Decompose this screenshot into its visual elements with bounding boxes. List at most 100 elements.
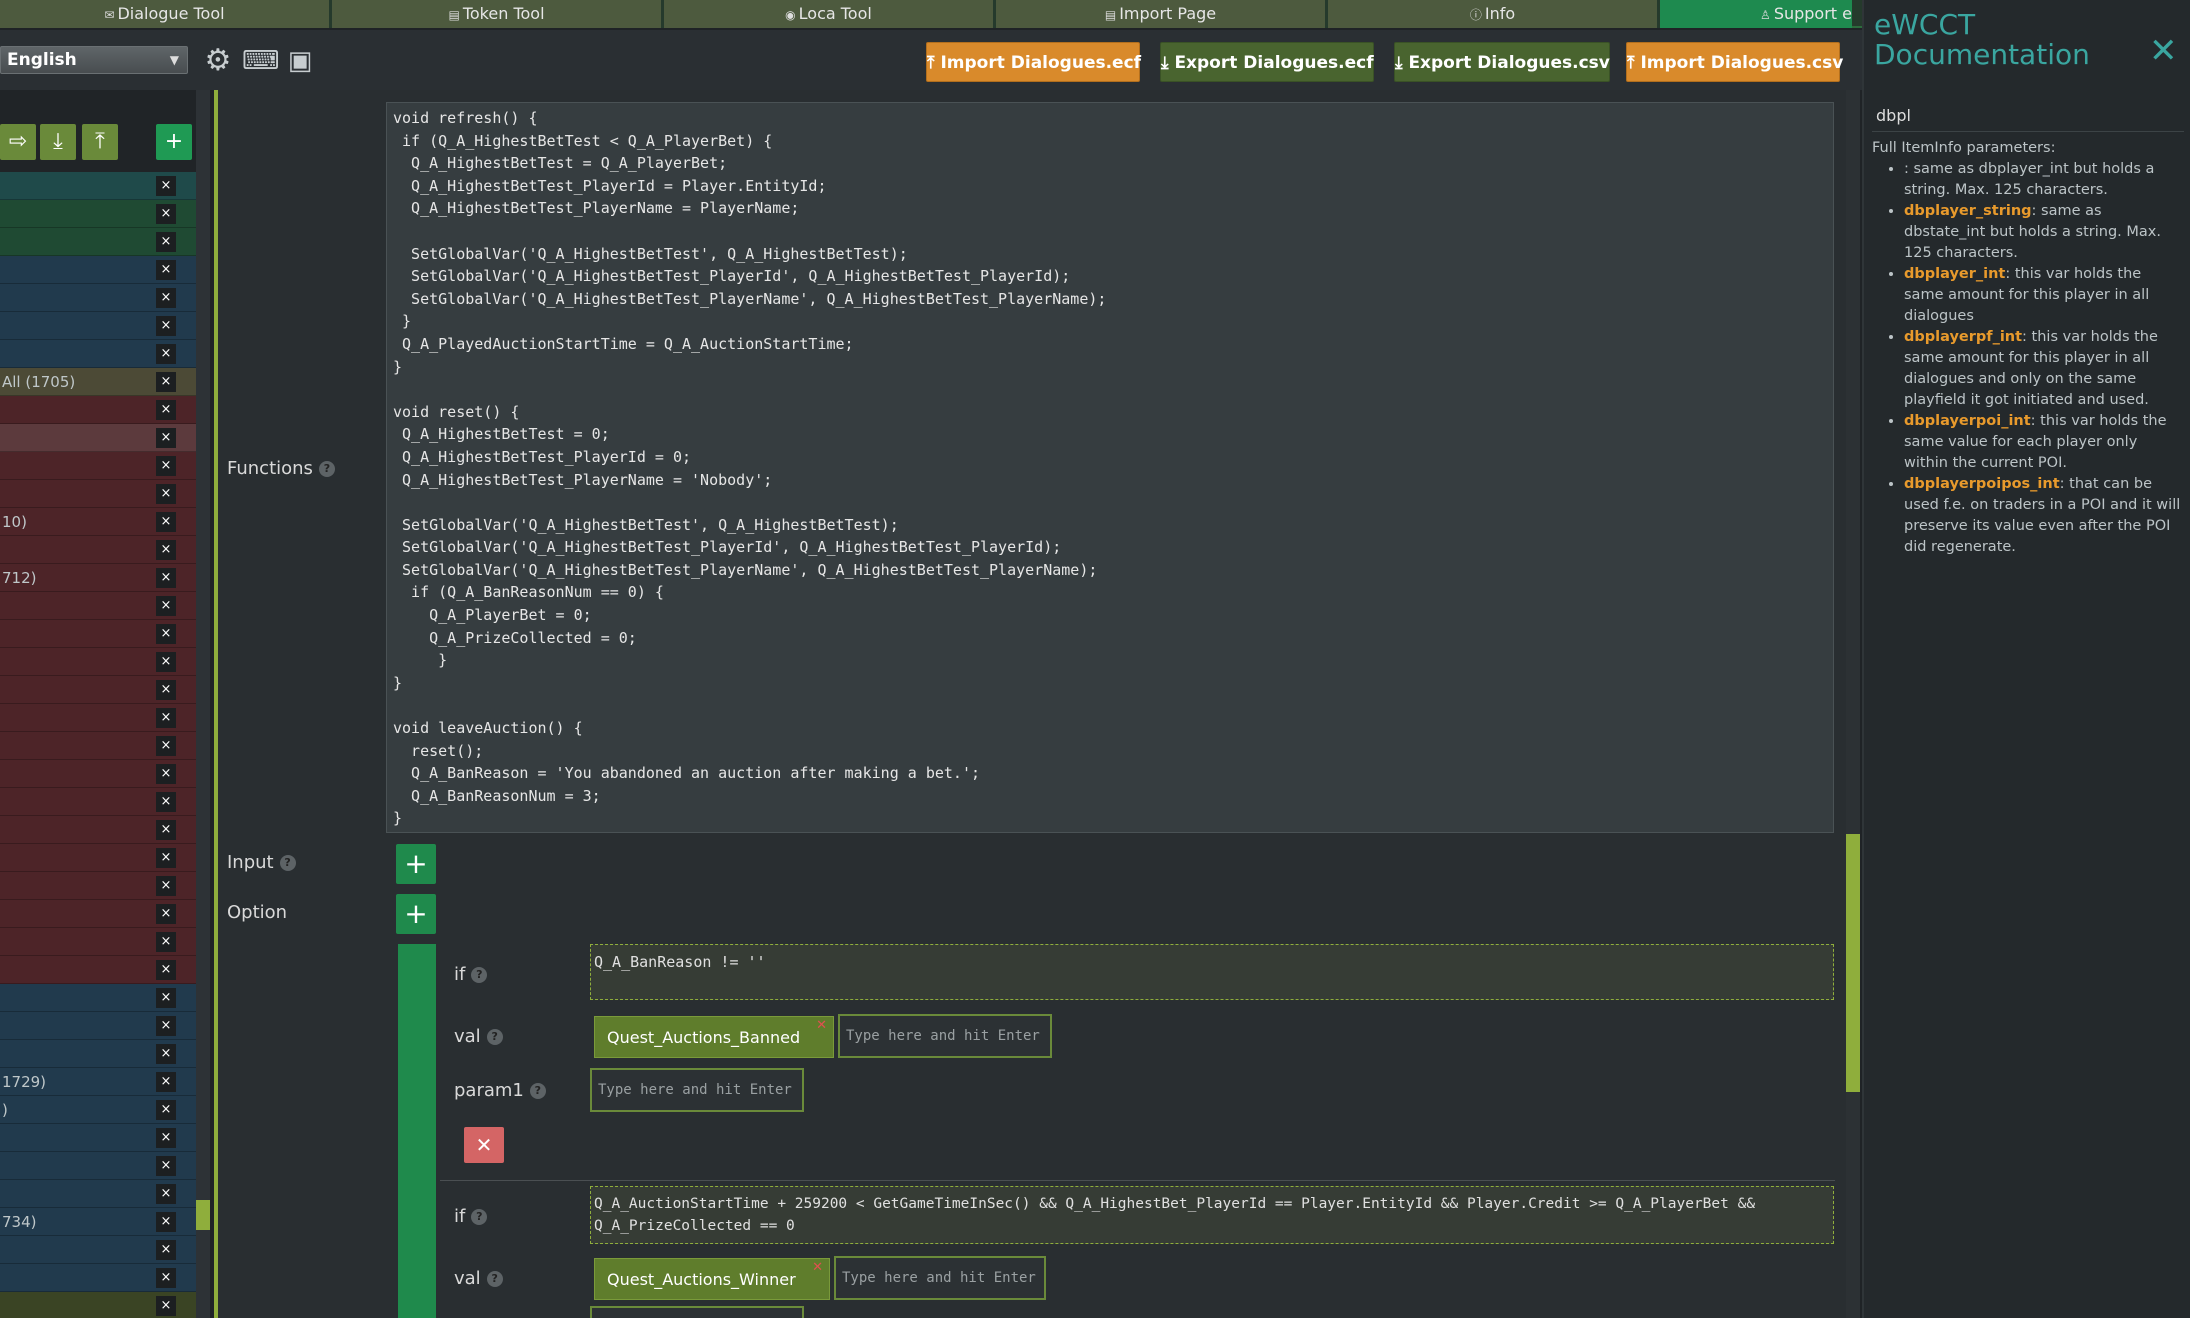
close-icon[interactable]: × [156, 1184, 176, 1204]
sidebar-list-item[interactable]: × [0, 704, 196, 732]
sidebar-list-item[interactable]: × [0, 1040, 196, 1068]
close-icon[interactable]: × [156, 344, 176, 364]
close-icon[interactable]: ✕ [816, 1017, 827, 1035]
sidebar-list-item[interactable]: × [0, 480, 196, 508]
sidebar-list-item[interactable]: 712) × [0, 564, 196, 592]
add-input-button[interactable]: + [396, 844, 436, 884]
help-icon[interactable]: ? [486, 1271, 503, 1287]
close-icon[interactable]: × [156, 1072, 176, 1092]
help-icon[interactable]: ? [318, 461, 335, 477]
sidebar-list-item[interactable]: × [0, 872, 196, 900]
editor-scrollbar[interactable] [1846, 90, 1860, 1318]
close-icon[interactable]: × [156, 176, 176, 196]
if-condition-input[interactable]: Q_A_AuctionStartTime + 259200 < GetGameT… [590, 1186, 1834, 1244]
sidebar-list-item[interactable]: × [0, 536, 196, 564]
tab-info[interactable]: ⓘ Info [1328, 0, 1660, 28]
close-icon[interactable]: × [156, 484, 176, 504]
help-icon[interactable]: ? [529, 1083, 546, 1099]
sidebar-list-item[interactable]: × [0, 424, 196, 452]
close-icon[interactable]: × [156, 708, 176, 728]
export-dialogues-ecf-button[interactable]: ⤓ Export Dialogues.ecf [1160, 42, 1374, 82]
sidebar-list-item[interactable]: × [0, 284, 196, 312]
close-icon[interactable]: × [156, 512, 176, 532]
val-input[interactable]: Type here and hit Enter [838, 1014, 1052, 1058]
sidebar-list-item[interactable]: 734) × [0, 1208, 196, 1236]
val-input[interactable]: Type here and hit Enter [834, 1256, 1046, 1300]
sidebar-list-item[interactable]: × [0, 676, 196, 704]
account-box-icon[interactable]: ▣ [284, 44, 316, 78]
sidebar-list-item[interactable]: × [0, 984, 196, 1012]
close-icon[interactable]: × [156, 232, 176, 252]
sidebar-list-item[interactable]: × [0, 928, 196, 956]
close-icon[interactable]: × [156, 876, 176, 896]
close-icon[interactable]: × [156, 316, 176, 336]
val-tag[interactable]: Quest_Auctions_Winner ✕ [594, 1258, 830, 1300]
tab-dialogue-tool[interactable]: ✉ Dialogue Tool [0, 0, 332, 28]
close-icon[interactable]: × [156, 820, 176, 840]
sidebar-list-item[interactable]: × [0, 732, 196, 760]
sidebar-list-item[interactable]: × [0, 620, 196, 648]
functions-code-editor[interactable]: void refresh() { if (Q_A_HighestBetTest … [386, 102, 1834, 833]
sidebar-list-item[interactable]: × [0, 788, 196, 816]
sidebar-list-item[interactable]: × [0, 760, 196, 788]
doc-search-input[interactable]: dbpl [1872, 102, 2184, 132]
close-icon[interactable]: × [156, 1268, 176, 1288]
import-dialogues-csv-button[interactable]: ⤒ Import Dialogues.csv [1626, 42, 1843, 82]
sidebar-list-item[interactable]: × [0, 844, 196, 872]
close-icon[interactable]: × [156, 1240, 176, 1260]
tab-loca-tool[interactable]: ◉ Loca Tool [664, 0, 996, 28]
help-icon[interactable]: ? [471, 967, 488, 983]
delete-option-button[interactable]: ✕ [464, 1127, 504, 1163]
tab-token-tool[interactable]: ▤ Token Tool [332, 0, 664, 28]
add-option-button[interactable]: + [396, 894, 436, 934]
close-icon[interactable]: × [156, 260, 176, 280]
param1-input[interactable]: Type here and hit Enter [590, 1068, 804, 1112]
close-icon[interactable]: × [156, 1100, 176, 1120]
if-condition-input[interactable]: Q_A_BanReason != '' [590, 944, 1834, 1000]
close-icon[interactable]: × [156, 652, 176, 672]
sidebar-list-item[interactable]: 10) × [0, 508, 196, 536]
close-icon[interactable]: × [156, 736, 176, 756]
sidebar-list-item[interactable]: × [0, 900, 196, 928]
upload-icon[interactable]: ⤒ [82, 124, 118, 160]
close-icon[interactable]: × [156, 1128, 176, 1148]
sidebar-list-item[interactable]: All (1705) × [0, 368, 196, 396]
close-icon[interactable]: × [156, 764, 176, 784]
sidebar-scrollbar-thumb[interactable] [196, 1200, 210, 1230]
close-icon[interactable]: × [156, 204, 176, 224]
sidebar-list-item[interactable]: × [0, 452, 196, 480]
sidebar-list-item[interactable]: × [0, 1236, 196, 1264]
export-dialogues-csv-button[interactable]: ⤓ Export Dialogues.csv [1394, 42, 1610, 82]
close-icon[interactable]: × [156, 1016, 176, 1036]
sidebar-list-item[interactable]: × [0, 1264, 196, 1292]
close-icon[interactable]: × [156, 848, 176, 868]
sidebar-list-item[interactable]: × [0, 956, 196, 984]
sidebar-list-item[interactable]: × [0, 1180, 196, 1208]
sidebar-list-item[interactable]: × [0, 340, 196, 368]
download-icon[interactable]: ⤓ [40, 124, 76, 160]
val-tag[interactable]: Quest_Auctions_Banned ✕ [594, 1016, 834, 1058]
import-dialogues-ecf-button[interactable]: ⤒ Import Dialogues.ecf [926, 42, 1141, 82]
close-icon[interactable]: × [156, 400, 176, 420]
gear-icon[interactable]: ⚙ [202, 44, 234, 78]
tab-support[interactable]: ♙ Support e [1660, 0, 1852, 28]
close-icon[interactable]: × [156, 988, 176, 1008]
language-select[interactable]: English ▼ [0, 46, 188, 74]
arrow-right-icon[interactable]: ⇨ [0, 124, 36, 160]
param1-input[interactable] [590, 1306, 804, 1318]
sidebar-list-item[interactable]: × [0, 396, 196, 424]
close-icon[interactable]: ✕ [812, 1259, 823, 1277]
sidebar-list-item[interactable]: ) × [0, 1096, 196, 1124]
close-icon[interactable]: × [156, 792, 176, 812]
sidebar-list-item[interactable]: × [0, 1124, 196, 1152]
close-icon[interactable]: × [156, 288, 176, 308]
keyboard-icon[interactable]: ⌨ [242, 44, 280, 78]
close-icon[interactable]: ✕ [2149, 34, 2178, 68]
add-dialogue-button[interactable]: + [156, 124, 192, 160]
close-icon[interactable]: × [156, 1156, 176, 1176]
help-icon[interactable]: ? [486, 1029, 503, 1045]
close-icon[interactable]: × [156, 624, 176, 644]
sidebar-list-item[interactable]: × [0, 312, 196, 340]
sidebar-list-item[interactable]: × [0, 1012, 196, 1040]
sidebar-list-item[interactable]: × [0, 256, 196, 284]
